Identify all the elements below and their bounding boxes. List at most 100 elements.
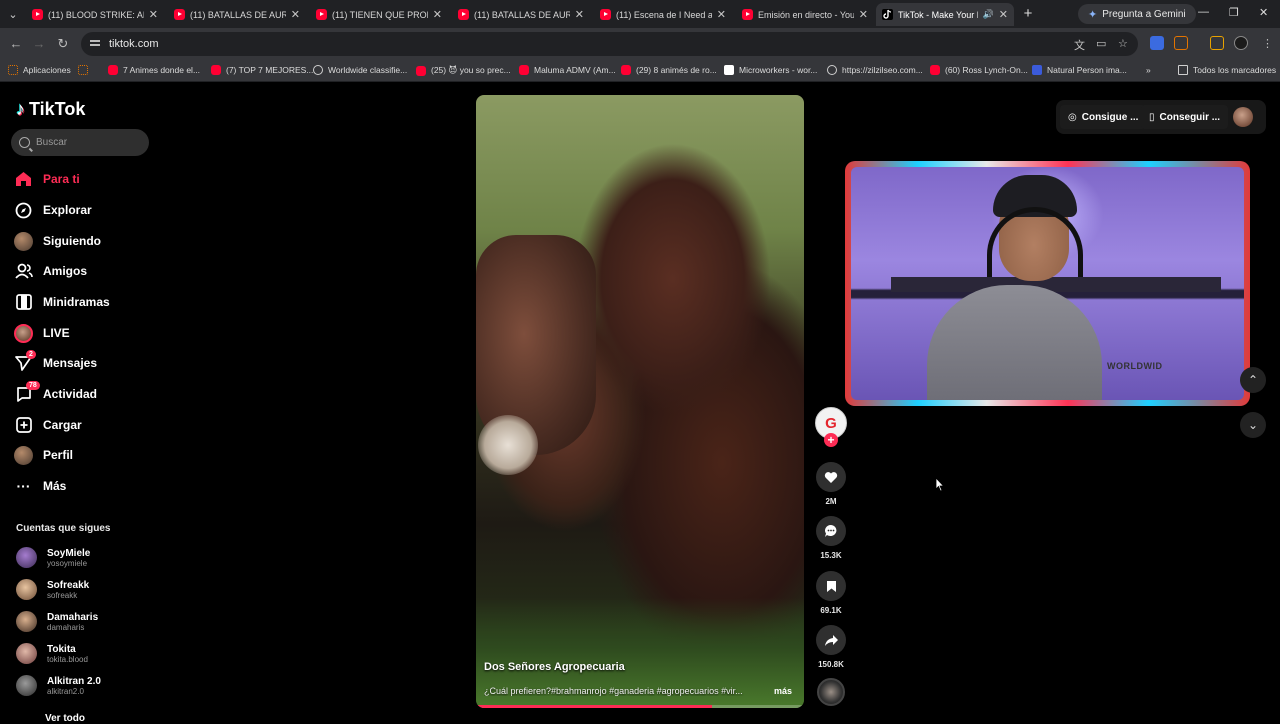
translate-icon[interactable]: 文 [1074, 37, 1085, 53]
tiktok-icon [882, 9, 893, 20]
tab-close-icon[interactable]: ✕ [859, 8, 868, 21]
back-arrow-icon[interactable]: ← [8, 36, 24, 51]
user-avatar[interactable] [1233, 107, 1253, 127]
share-arrow-icon[interactable] [816, 625, 846, 655]
reload-icon[interactable]: ↻ [55, 36, 71, 52]
nav-cargar[interactable]: Cargar [14, 414, 82, 436]
bookmark-star-icon[interactable]: ☆ [1118, 37, 1128, 50]
bookmark-item[interactable]: Aplicaciones [8, 65, 71, 75]
video-author[interactable]: Dos Señores Agropecuaria [484, 661, 625, 673]
tab-title: (11) BATALLAS DE AURA - [474, 9, 570, 20]
comment-icon[interactable] [816, 516, 846, 546]
nav-explorar[interactable]: Explorar [14, 199, 92, 221]
nav-mensajes[interactable]: 2 Mensajes [14, 349, 97, 374]
video-player[interactable]: Dos Señores Agropecuaria ¿Cuál prefieren… [476, 95, 804, 708]
browser-tab-active[interactable]: TikTok - Make Your Da 🔊 ✕ [876, 3, 1014, 26]
bookmark-icon[interactable] [816, 571, 846, 601]
following-account[interactable]: Alkitran 2.0 alkitran2.0 [16, 675, 101, 696]
nav-mas[interactable]: ··· Más [14, 475, 67, 497]
following-account[interactable]: Sofreakk sofreakk [16, 579, 89, 600]
nav-siguiendo[interactable]: Siguiendo [14, 230, 101, 252]
profile-avatar-icon [14, 445, 33, 465]
following-account[interactable]: Damaharis damaharis [16, 611, 98, 632]
kebab-menu-icon[interactable]: ⋮ [1262, 37, 1273, 50]
bookmark-item[interactable]: (60) Ross Lynch-On... [930, 65, 1028, 75]
tab-title: TikTok - Make Your Da [898, 9, 978, 20]
nav-amigos[interactable]: Amigos [14, 260, 87, 282]
video-progress-bar[interactable] [476, 705, 804, 708]
youtube-icon [600, 9, 611, 20]
bookmark-item[interactable]: (7) TOP 7 MEJORES... [211, 65, 313, 75]
bookmark-item[interactable]: 7 Animes donde el... [108, 65, 200, 75]
scroll-down-chevron-icon[interactable]: ⌄ [1240, 412, 1266, 438]
gemini-button[interactable]: ✦ Pregunta a Gemini [1078, 4, 1196, 24]
nav-actividad[interactable]: 78 Actividad [14, 380, 97, 405]
bookmark-item[interactable]: (29) 8 animés de ro... [621, 65, 717, 75]
tab-close-icon[interactable]: ✕ [149, 8, 158, 21]
cast-icon[interactable]: ▭ [1096, 37, 1106, 50]
tab-search-chevron-icon[interactable]: ⌄ [4, 5, 22, 23]
webcam-feed: WORLDWID [851, 167, 1244, 400]
tab-close-icon[interactable]: ✕ [433, 8, 442, 21]
heart-icon[interactable] [816, 462, 846, 492]
save-count: 69.1K [820, 606, 842, 615]
extension-icon[interactable] [1150, 36, 1164, 50]
see-all-link[interactable]: Ver todo [45, 713, 85, 724]
tab-close-icon[interactable]: ✕ [575, 8, 584, 21]
nav-perfil[interactable]: Perfil [14, 444, 73, 466]
tiktok-logo[interactable]: ♪ TikTok [16, 99, 85, 120]
bookmark-item[interactable]: Worldwide classifie... [313, 65, 407, 75]
bookmark-item[interactable]: (25) 😈 you so prec... [416, 65, 511, 76]
share-action[interactable]: 150.8K [816, 625, 846, 669]
minimize-icon[interactable]: — [1198, 6, 1209, 18]
forward-arrow-icon[interactable]: → [31, 36, 47, 51]
bookmark-item[interactable] [78, 65, 88, 75]
logo-text: TikTok [29, 99, 86, 119]
bookmark-item[interactable]: Microworkers - wor... [724, 65, 817, 75]
new-tab-button[interactable]: + [1019, 5, 1037, 23]
profile-avatar-icon[interactable] [1234, 36, 1248, 50]
nav-minidramas[interactable]: Minidramas [14, 291, 110, 313]
tab-close-icon[interactable]: ✕ [291, 8, 300, 21]
browser-tab[interactable]: (11) Escena de I Need a He ✕ [594, 3, 732, 26]
extensions-puzzle-icon[interactable] [1174, 36, 1188, 50]
home-icon [14, 170, 33, 189]
following-account[interactable]: Tokita tokita.blood [16, 643, 88, 664]
nav-para-ti[interactable]: Para ti [14, 168, 80, 190]
apps-grid-icon [78, 65, 88, 75]
address-bar[interactable]: tiktok.com [81, 32, 1138, 56]
follow-plus-button[interactable]: + [824, 433, 838, 447]
search-bar[interactable] [11, 129, 149, 156]
get-app-button[interactable]: ▯ Conseguir ... [1141, 105, 1229, 129]
get-coins-button[interactable]: ◎ Consigue ... [1060, 105, 1147, 129]
bookmark-label: Maluma ADMV (Am... [534, 65, 616, 75]
tab-close-icon[interactable]: ✕ [999, 8, 1008, 21]
bookmark-item[interactable]: Maluma ADMV (Am... [519, 65, 616, 75]
browser-tab[interactable]: Emisión en directo - YouTu ✕ [736, 3, 874, 26]
youtube-icon [621, 65, 631, 75]
browser-tab[interactable]: (11) TIENEN QUE PROHIBI ✕ [310, 3, 448, 26]
browser-tab[interactable]: (11) BATALLAS DE AURA - ✕ [452, 3, 590, 26]
nav-live[interactable]: LIVE [14, 322, 70, 344]
tab-groups-icon[interactable] [1210, 36, 1224, 50]
search-input[interactable] [36, 137, 136, 148]
comment-action[interactable]: 15.3K [816, 516, 846, 560]
like-action[interactable]: 2M [816, 462, 846, 506]
video-more-link[interactable]: más [774, 686, 792, 696]
all-bookmarks-folder[interactable]: Todos los marcadores [1178, 65, 1276, 75]
save-action[interactable]: 69.1K [816, 571, 846, 615]
bookmark-item[interactable]: Natural Person ima... [1032, 65, 1127, 75]
tab-close-icon[interactable]: ✕ [717, 8, 726, 21]
scroll-up-chevron-icon[interactable]: ⌃ [1240, 367, 1266, 393]
bookmarks-overflow-icon[interactable]: » [1146, 65, 1151, 75]
restore-icon[interactable]: ❐ [1229, 6, 1239, 19]
site-info-icon[interactable] [89, 38, 101, 50]
browser-tab[interactable]: (11) BLOOD STRIKE: AK-47 ✕ [26, 3, 164, 26]
music-disc-icon[interactable] [817, 678, 845, 706]
window-close-icon[interactable]: ✕ [1259, 6, 1268, 19]
following-account[interactable]: SoyMiele yosoymiele [16, 547, 90, 568]
bookmark-item[interactable]: https://zilzilseo.com... [827, 65, 923, 75]
browser-tab[interactable]: (11) BATALLAS DE AURA C ✕ [168, 3, 306, 26]
nav-label: Más [43, 479, 67, 493]
speaker-icon[interactable]: 🔊 [983, 9, 994, 20]
